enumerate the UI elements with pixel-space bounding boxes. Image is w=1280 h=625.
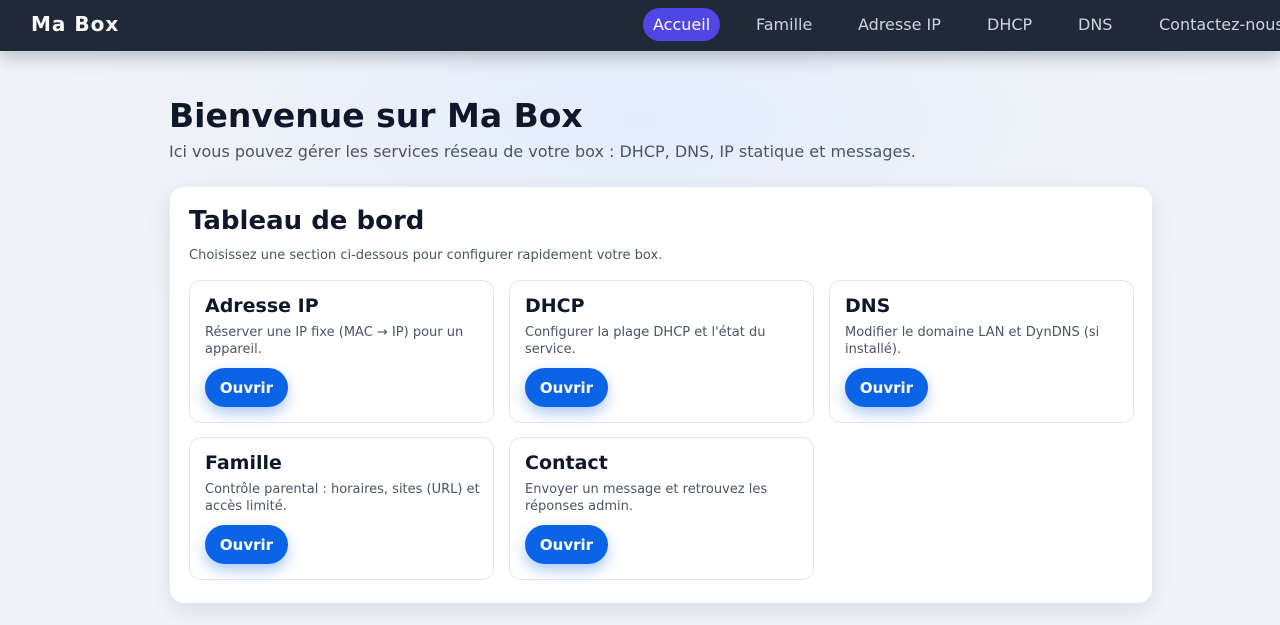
- card-contact: Contact Envoyer un message et retrouvez …: [509, 437, 814, 580]
- open-adresse-ip-button[interactable]: Ouvrir: [205, 368, 288, 407]
- card-description: Contrôle parental : horaires, sites (URL…: [205, 482, 480, 514]
- nav-item-accueil[interactable]: Accueil: [643, 8, 721, 41]
- nav-item-dhcp[interactable]: DHCP: [987, 8, 1032, 41]
- main-nav: Accueil Famille Adresse IP DHCP DNS Cont…: [0, 8, 1280, 41]
- nav-item-dns[interactable]: DNS: [1078, 8, 1112, 41]
- card-famille: Famille Contrôle parental : horaires, si…: [189, 437, 494, 580]
- dashboard-panel: Tableau de bord Choisissez une section c…: [170, 187, 1152, 603]
- card-title: DHCP: [525, 295, 585, 317]
- card-description: Envoyer un message et retrouvez les répo…: [525, 482, 768, 514]
- open-dns-button[interactable]: Ouvrir: [845, 368, 928, 407]
- open-famille-button[interactable]: Ouvrir: [205, 525, 288, 564]
- nav-item-famille[interactable]: Famille: [756, 8, 812, 41]
- page-subtitle: Ici vous pouvez gérer les services résea…: [169, 142, 916, 161]
- card-title: Adresse IP: [205, 295, 319, 317]
- nav-item-adresse-ip[interactable]: Adresse IP: [858, 8, 941, 41]
- page-title: Bienvenue sur Ma Box: [169, 96, 583, 135]
- card-description: Configurer la plage DHCP et l'état du se…: [525, 325, 766, 357]
- card-title: Contact: [525, 452, 608, 474]
- card-title: DNS: [845, 295, 891, 317]
- top-navbar: Ma Box Accueil Famille Adresse IP DHCP D…: [0, 0, 1280, 51]
- card-dns: DNS Modifier le domaine LAN et DynDNS (s…: [829, 280, 1134, 423]
- open-dhcp-button[interactable]: Ouvrir: [525, 368, 608, 407]
- dashboard-title: Tableau de bord: [189, 206, 425, 236]
- card-title: Famille: [205, 452, 282, 474]
- dashboard-subtitle: Choisissez une section ci-dessous pour c…: [189, 248, 663, 263]
- open-contact-button[interactable]: Ouvrir: [525, 525, 608, 564]
- card-adresse-ip: Adresse IP Réserver une IP fixe (MAC → I…: [189, 280, 494, 423]
- nav-item-contactez-nous[interactable]: Contactez-nous: [1159, 8, 1280, 41]
- card-dhcp: DHCP Configurer la plage DHCP et l'état …: [509, 280, 814, 423]
- card-description: Réserver une IP fixe (MAC → IP) pour un …: [205, 325, 464, 357]
- card-description: Modifier le domaine LAN et DynDNS (si in…: [845, 325, 1100, 357]
